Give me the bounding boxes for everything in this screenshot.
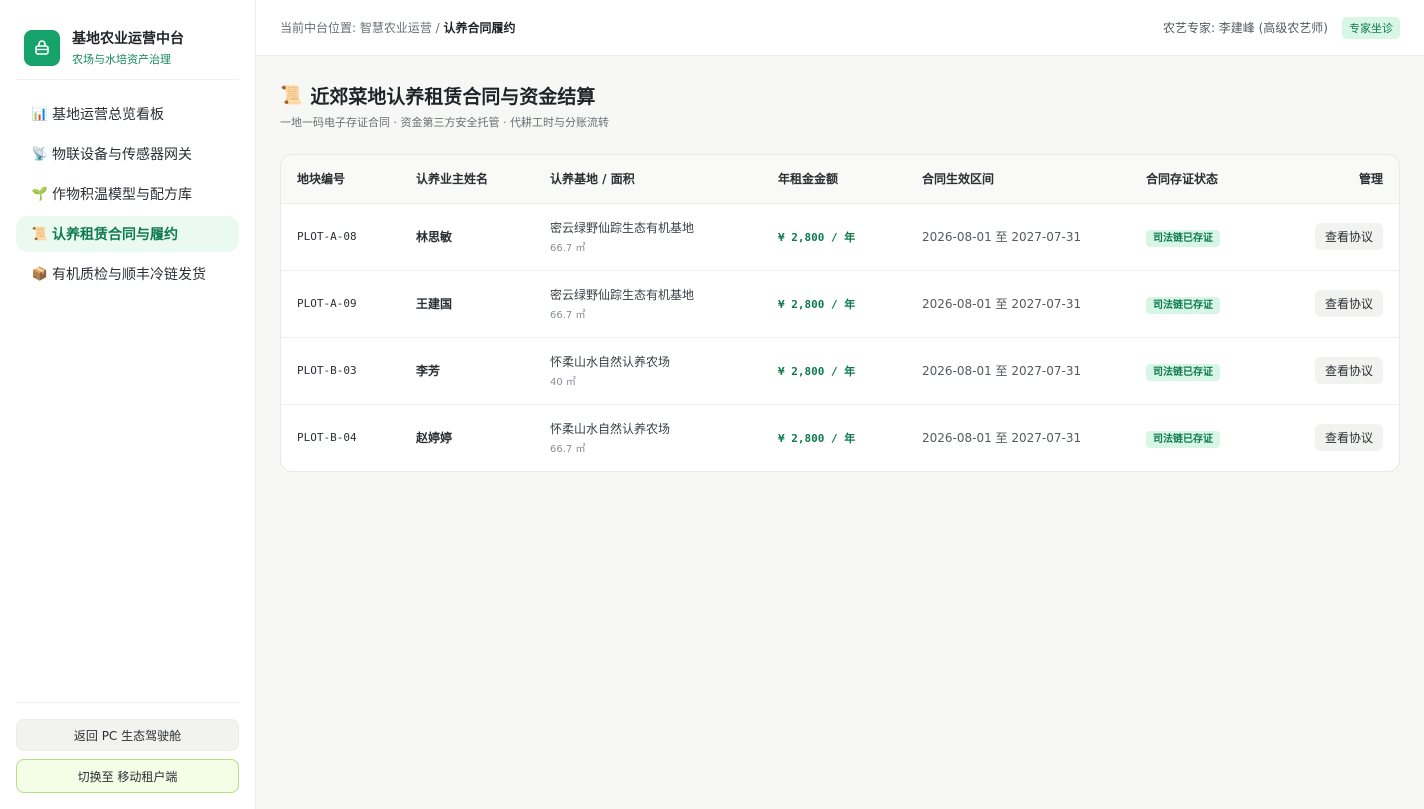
package-icon: 📦 [31, 266, 49, 282]
owner-name: 李芳 [400, 337, 534, 405]
header-owner: 认养业主姓名 [400, 155, 534, 204]
seedling-icon: 🌱 [31, 186, 49, 202]
contract-period: 2026-08-01 至 2027-07-31 [906, 337, 1130, 405]
sidebar-footer: 返回 PC 生态驾驶舱 切换至 移动租户端 [16, 702, 239, 809]
page-title-text: 近郊菜地认养租赁合同与资金结算 [310, 86, 596, 108]
status-badge: 司法链已存证 [1146, 431, 1220, 449]
plot-id: PLOT-B-04 [297, 431, 357, 445]
contracts-table: 地块编号 认养业主姓名 认养基地 / 面积 年租金金额 合同生效区间 合同存证状… [281, 155, 1399, 471]
view-agreement-button[interactable]: 查看协议 [1314, 290, 1383, 317]
base-name: 密云绿野仙踪生态有机基地 [550, 288, 695, 302]
rent-amount: ¥ 2,800 / 年 [762, 203, 906, 271]
owner-name: 赵婷婷 [416, 431, 453, 446]
table-row: PLOT-A-08 林思敏 密云绿野仙踪生态有机基地 66.7 ㎡ ¥ 2,80… [281, 203, 1399, 271]
plot-id: PLOT-A-08 [281, 203, 400, 271]
action-cell: 查看协议 [1280, 337, 1399, 405]
scroll-icon: 📜 [31, 226, 49, 242]
plot-id: PLOT-A-09 [281, 270, 400, 338]
expert-name: 农艺专家: 李建峰 (高级农艺师) [1162, 21, 1328, 35]
breadcrumb-path: 当前中台位置: 智慧农业运营 / [280, 21, 444, 35]
base-name: 密云绿野仙踪生态有机基地 [550, 221, 695, 235]
rent-amount: ¥ 2,800 / 年 [762, 337, 906, 405]
page-subtitle: 一地一码电子存证合同 · 资金第三方安全托管 · 代耕工时与分账流转 [280, 116, 609, 129]
header-status: 合同存证状态 [1130, 155, 1280, 204]
breadcrumb-current: 认养合同履约 [443, 21, 516, 35]
main-area: 当前中台位置: 智慧农业运营 / 认养合同履约 农艺专家: 李建峰 (高级农艺师… [256, 0, 1424, 809]
plot-id: PLOT-B-03 [281, 337, 400, 405]
switch-mobile-button[interactable]: 切换至 移动租户端 [16, 759, 239, 793]
header-base: 认养基地 / 面积 [534, 155, 762, 204]
view-agreement-button[interactable]: 查看协议 [1314, 357, 1383, 384]
header-rent: 年租金金额 [762, 155, 906, 204]
header-plot: 地块编号 [281, 155, 400, 204]
header-manage: 管理 [1280, 155, 1399, 204]
sidebar-item-shipping[interactable]: 📦 有机质检与顺丰冷链发货 [16, 256, 239, 292]
action-cell: 查看协议 [1280, 404, 1399, 471]
base-cell: 密云绿野仙踪生态有机基地 66.7 ㎡ [534, 270, 762, 338]
basket-icon [24, 29, 60, 66]
satellite-icon: 📡 [31, 146, 49, 162]
sidebar-item-contracts[interactable]: 📜 认养租赁合同与履约 [16, 216, 239, 252]
base-area: 66.7 ㎡ [550, 444, 586, 456]
base-cell: 怀柔山水自然认养农场 40 ㎡ [534, 337, 762, 405]
breadcrumb: 当前中台位置: 智慧农业运营 / 认养合同履约 [280, 19, 516, 36]
sidebar-nav: 📊 基地运营总览看板 📡 物联设备与传感器网关 🌱 作物积温模型与配方库 📜 认… [16, 96, 239, 296]
status-cell: 司法链已存证 [1130, 337, 1280, 405]
base-name: 怀柔山水自然认养农场 [550, 422, 671, 437]
base-cell: 密云绿野仙踪生态有机基地 66.7 ㎡ [534, 203, 762, 271]
brand-title: 基地农业运营中台 [72, 31, 184, 47]
action-cell: 查看协议 [1280, 203, 1399, 271]
base-cell: 怀柔山水自然认养农场 66.7 ㎡ [534, 404, 762, 471]
base-area: 40 ㎡ [550, 377, 576, 388]
status-cell: 司法链已存证 [1130, 203, 1280, 271]
table-row: PLOT-B-04 赵婷婷 怀柔山水自然认养农场 66.7 ㎡ ¥ 2,800 … [281, 404, 1399, 471]
view-agreement-button[interactable]: 查看协议 [1314, 424, 1383, 452]
table-header-row: 地块编号 认养业主姓名 认养基地 / 面积 年租金金额 合同生效区间 合同存证状… [281, 155, 1399, 204]
page-title: 📜 近郊菜地认养租赁合同与资金结算 [280, 82, 1400, 109]
base-area: 66.7 ㎡ [550, 310, 586, 321]
chart-icon: 📊 [31, 106, 49, 122]
status-cell: 司法链已存证 [1130, 404, 1280, 471]
sidebar-item-iot[interactable]: 📡 物联设备与传感器网关 [16, 136, 239, 172]
status-badge: 司法链已存证 [1146, 364, 1220, 381]
base-name: 怀柔山水自然认养农场 [550, 355, 671, 369]
brand: 基地农业运营中台 农场与水培资产治理 [16, 0, 239, 80]
view-agreement-button[interactable]: 查看协议 [1314, 223, 1383, 250]
expert-info: 农艺专家: 李建峰 (高级农艺师) 专家坐诊 [1162, 16, 1400, 39]
header-period: 合同生效区间 [906, 155, 1130, 204]
rent-amount: ¥ 2,800 / 年 [778, 431, 856, 445]
contracts-table-card: 地块编号 认养业主姓名 认养基地 / 面积 年租金金额 合同生效区间 合同存证状… [280, 154, 1400, 472]
expert-badge[interactable]: 专家坐诊 [1342, 16, 1400, 39]
owner-name: 林思敏 [400, 203, 534, 271]
sidebar-item-crop-model[interactable]: 🌱 作物积温模型与配方库 [16, 176, 239, 212]
owner-name: 王建国 [400, 270, 534, 338]
table-row: PLOT-A-09 王建国 密云绿野仙踪生态有机基地 66.7 ㎡ ¥ 2,80… [281, 270, 1399, 338]
status-cell: 司法链已存证 [1130, 270, 1280, 338]
contract-period: 2026-08-01 至 2027-07-31 [922, 431, 1082, 446]
rent-amount: ¥ 2,800 / 年 [762, 270, 906, 338]
table-row: PLOT-B-03 李芳 怀柔山水自然认养农场 40 ㎡ ¥ 2,800 / 年… [281, 337, 1399, 405]
base-area: 66.7 ㎡ [550, 243, 586, 254]
sidebar-item-label: 基地运营总览看板 [52, 107, 164, 123]
contract-period: 2026-08-01 至 2027-07-31 [906, 203, 1130, 271]
brand-subtitle: 农场与水培资产治理 [72, 53, 171, 66]
contract-period: 2026-08-01 至 2027-07-31 [906, 270, 1130, 338]
sidebar-item-label: 有机质检与顺丰冷链发货 [52, 267, 206, 283]
status-badge: 司法链已存证 [1146, 230, 1220, 247]
sidebar-item-dashboard[interactable]: 📊 基地运营总览看板 [16, 96, 239, 132]
sidebar-item-label: 作物积温模型与配方库 [52, 187, 192, 203]
action-cell: 查看协议 [1280, 270, 1399, 338]
scroll-icon: 📜 [280, 85, 303, 106]
status-badge: 司法链已存证 [1146, 297, 1220, 314]
page-content: 📜 近郊菜地认养租赁合同与资金结算 一地一码电子存证合同 · 资金第三方安全托管… [256, 56, 1424, 498]
sidebar: 基地农业运营中台 农场与水培资产治理 📊 基地运营总览看板 📡 物联设备与传感器… [0, 0, 256, 809]
sidebar-item-label: 物联设备与传感器网关 [52, 147, 192, 163]
topbar: 当前中台位置: 智慧农业运营 / 认养合同履约 农艺专家: 李建峰 (高级农艺师… [256, 0, 1424, 56]
back-to-pc-button[interactable]: 返回 PC 生态驾驶舱 [16, 719, 239, 751]
sidebar-item-label: 认养租赁合同与履约 [52, 227, 178, 243]
